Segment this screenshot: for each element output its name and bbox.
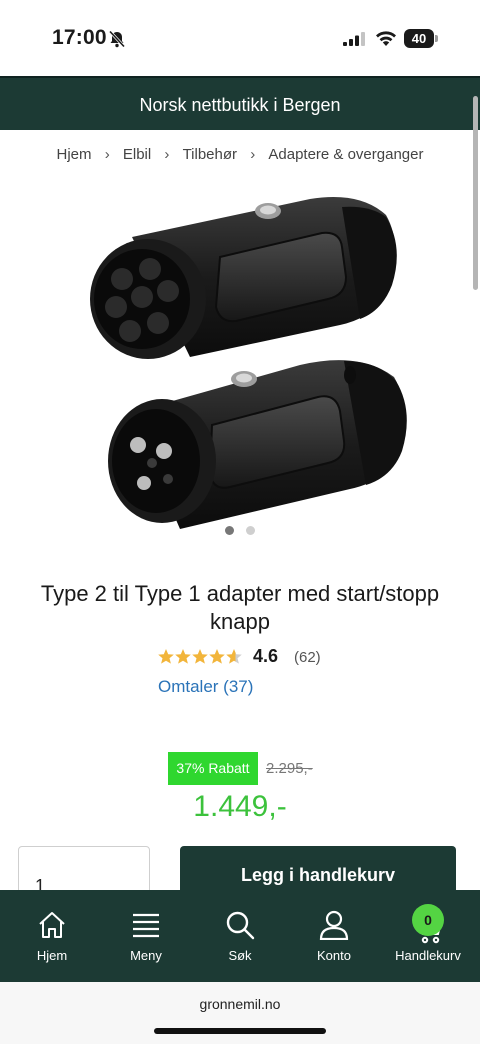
rating-row: 4.6 (62) [0, 646, 480, 670]
breadcrumb-item-elbil[interactable]: Elbil [123, 146, 151, 163]
product-image[interactable] [60, 185, 420, 530]
cellular-signal-icon [343, 32, 365, 46]
battery-level: 40 [404, 29, 434, 48]
gallery-dot-1[interactable] [224, 526, 234, 535]
nav-item-home[interactable]: Hjem [4, 890, 100, 982]
old-price: 2.295,- [266, 760, 313, 777]
breadcrumb-chevron-icon: › [164, 146, 170, 163]
bottom-nav: Hjem Meny Søk Konto 0 Handlekurv [0, 890, 480, 982]
gallery-dot-2[interactable] [246, 526, 256, 535]
browser-url-bar[interactable]: gronnemil.no [0, 982, 480, 1044]
store-banner: Norsk nettbutikk i Bergen [0, 76, 480, 130]
discount-badge: 37% Rabatt [168, 752, 258, 785]
home-icon [39, 912, 65, 938]
nav-label: Meny [130, 948, 162, 963]
product-title: Type 2 til Type 1 adapter med start/stop… [40, 581, 440, 634]
page-scrollbar[interactable] [473, 96, 478, 290]
breadcrumb-item-adaptere[interactable]: Adaptere & overganger [268, 146, 423, 163]
search-icon [226, 911, 255, 940]
status-time: 17:00 [52, 26, 107, 49]
breadcrumb-chevron-icon: › [250, 146, 256, 163]
adapter-bottom-graphic [108, 360, 407, 529]
rating-count: (62) [294, 649, 321, 666]
breadcrumb-item-tilbehor[interactable]: Tilbehør [183, 146, 237, 163]
rating-value: 4.6 [253, 646, 279, 666]
reviews-link[interactable]: Omtaler (37) [158, 677, 253, 697]
battery-tip [435, 35, 438, 42]
cart-count-badge: 0 [412, 904, 444, 936]
current-price: 1.449,- [193, 790, 287, 823]
nav-label: Søk [228, 948, 252, 963]
nav-item-cart[interactable]: 0 Handlekurv [380, 890, 476, 982]
nav-label: Handlekurv [395, 948, 461, 963]
home-indicator[interactable] [154, 1028, 326, 1034]
status-bar: 17:00 40 [0, 0, 480, 76]
battery-icon: 40 [404, 29, 438, 48]
wifi-icon [376, 31, 396, 46]
user-icon [319, 910, 349, 940]
bell-slash-icon [108, 30, 126, 48]
menu-icon [133, 913, 159, 938]
url-text[interactable]: gronnemil.no [0, 996, 480, 1012]
breadcrumb-item-hjem[interactable]: Hjem [57, 146, 92, 163]
nav-label: Konto [317, 948, 351, 963]
nav-item-account[interactable]: Konto [286, 890, 382, 982]
nav-label: Hjem [36, 948, 68, 963]
breadcrumb-chevron-icon: › [104, 146, 110, 163]
breadcrumb: Hjem › Elbil › Tilbehør › Adaptere & ove… [0, 146, 480, 163]
gallery-pagination [0, 522, 480, 540]
adapter-top-graphic [90, 197, 397, 359]
nav-item-menu[interactable]: Meny [98, 890, 194, 982]
nav-item-search[interactable]: Søk [192, 890, 288, 982]
star-rating-icon [158, 649, 242, 664]
